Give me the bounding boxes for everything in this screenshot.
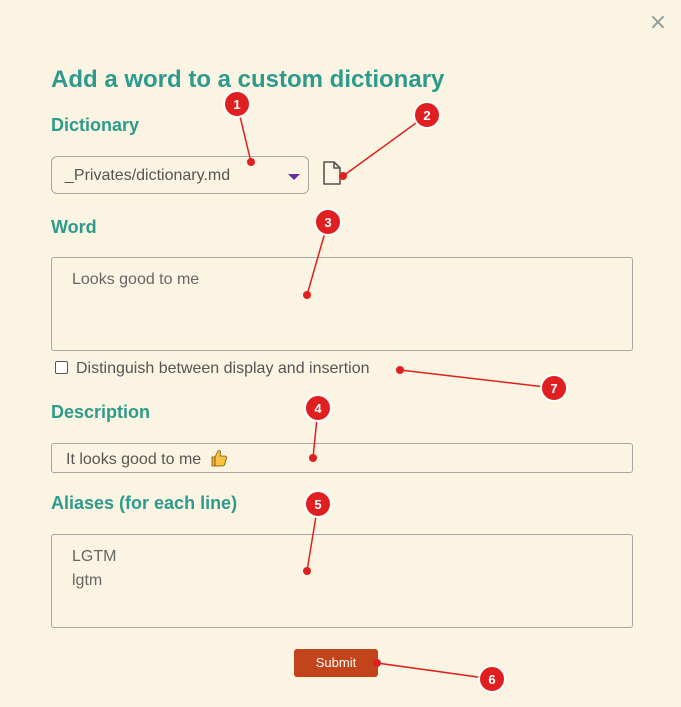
- description-input-value: It looks good to me: [66, 451, 202, 468]
- file-icon[interactable]: [322, 161, 342, 185]
- distinguish-row[interactable]: Distinguish between display and insertio…: [55, 360, 370, 378]
- aliases-textarea[interactable]: LGTM lgtm: [51, 534, 633, 628]
- word-label: Word: [51, 217, 97, 237]
- dictionary-select-value: _Privates/dictionary.md: [65, 167, 231, 184]
- alias-line: LGTM: [72, 548, 117, 565]
- dictionary-label: Dictionary: [51, 115, 140, 135]
- submit-button[interactable]: Submit: [294, 649, 378, 677]
- word-textarea-value: Looks good to me: [72, 271, 200, 288]
- add-word-dialog: × Add a word to a custom dictionary Dict…: [0, 0, 681, 707]
- thumbs-up-icon: [211, 450, 227, 467]
- aliases-label: Aliases (for each line): [51, 493, 238, 513]
- close-icon[interactable]: ×: [648, 12, 668, 34]
- description-label: Description: [51, 402, 151, 422]
- dictionary-select[interactable]: _Privates/dictionary.md: [51, 156, 309, 194]
- alias-line: lgtm: [72, 572, 103, 589]
- dialog-title: Add a word to a custom dictionary: [51, 66, 445, 93]
- distinguish-label: Distinguish between display and insertio…: [76, 360, 370, 377]
- distinguish-checkbox[interactable]: [55, 361, 68, 374]
- word-textarea[interactable]: Looks good to me: [51, 257, 633, 351]
- description-input[interactable]: It looks good to me: [51, 443, 633, 473]
- chevron-down-icon: [288, 174, 300, 180]
